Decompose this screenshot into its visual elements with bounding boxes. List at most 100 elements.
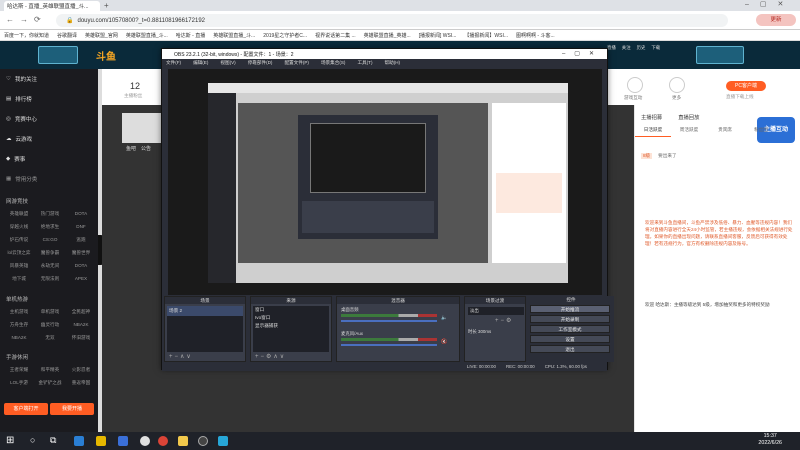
scenes-toolbar[interactable]: +−∧∨ (169, 353, 193, 360)
windows-start-icon[interactable]: ⊞ (6, 435, 14, 446)
category-link[interactable]: 穿越火线 (6, 224, 32, 230)
bookmark-3[interactable]: 英雄联盟直播_斗... (126, 32, 168, 39)
bookmark-10[interactable]: 【播报新闻】WSI... (464, 32, 508, 39)
bookmark-4[interactable]: 哈达斯 - 直播 (176, 32, 205, 39)
obs-preview[interactable] (168, 69, 602, 295)
bookmark-0[interactable]: 百度一下，你就知道 (4, 32, 49, 39)
nav-follow[interactable]: 关注 (622, 45, 631, 51)
window-controls[interactable]: –▢✕ (745, 0, 794, 8)
chrome-icon[interactable] (140, 436, 150, 446)
obs-menu-profile[interactable]: 配置文件(P) (284, 60, 309, 66)
top-nav-icons[interactable]: 直播 关注 历史 下载 (607, 45, 660, 51)
obs-window[interactable]: OBS 23.2.1 (32-bit, windows) - 配置文件：1 - … (161, 48, 614, 371)
category-link[interactable]: DOTA (68, 211, 94, 217)
taskbar-clock[interactable]: 15:37 2022/6/26 (758, 433, 782, 447)
source-item[interactable]: 窗口 (253, 306, 329, 314)
tab-replay[interactable]: 直播回放 (678, 113, 699, 121)
category-link[interactable]: 英雄联盟 (6, 211, 32, 217)
category-link[interactable]: 魔兽争霸 (37, 250, 63, 256)
speaker-icon[interactable]: 🔈 (441, 315, 447, 321)
exit-button[interactable]: 退出 (530, 345, 610, 353)
source-item[interactable]: 显示器捕获 (253, 322, 329, 330)
url-input[interactable]: 🔒 douyu.com/10570800?_t=0.88110819661721… (56, 14, 728, 27)
category-row[interactable]: 地下城 无限法则 APEX (6, 276, 94, 282)
category-link[interactable]: NBA2K (6, 335, 32, 341)
category-row[interactable]: 炉石传说 CS:GO 逃跑 (6, 237, 94, 243)
obs-menu-tools[interactable]: 工具(T) (357, 60, 372, 66)
sources-list[interactable]: 窗口 Ivo窗口 显示器捕获 (253, 306, 329, 352)
app-icon[interactable] (118, 436, 128, 446)
category-link[interactable]: LOL手游 (6, 380, 32, 386)
task-icon[interactable] (627, 77, 643, 93)
mic-muted-icon[interactable]: 🔇 (441, 339, 447, 345)
obs-menu-view[interactable]: 视图(V) (220, 60, 235, 66)
chat-subtabs[interactable]: 日活跃度 周活跃度 贵宾席 粉丝团 (635, 127, 800, 137)
profile-update-button[interactable]: 更新 (756, 14, 796, 26)
bookmark-2[interactable]: 英雄联盟_官网 (85, 32, 118, 39)
category-link[interactable]: 绝地求生 (37, 224, 63, 230)
category-link[interactable]: 怀旧游戏 (68, 335, 94, 341)
nav-live[interactable]: 直播 (607, 45, 616, 51)
search-icon[interactable]: ○ (30, 435, 35, 445)
sidebar-item-rank[interactable]: ▤ 排行榜 (6, 95, 32, 103)
transition-toolbar[interactable]: +−⚙ (495, 317, 513, 324)
douyu-logo[interactable]: 斗鱼 (96, 48, 122, 63)
obs-taskbar-icon[interactable] (198, 436, 208, 446)
category-link[interactable]: 风暴英雄 (6, 263, 32, 269)
subtab-weekly[interactable]: 周活跃度 (671, 127, 707, 137)
category-link[interactable]: 热门游戏 (37, 211, 63, 217)
category-link[interactable]: 永劫无间 (37, 263, 63, 269)
obs-menu-help[interactable]: 帮助(H) (385, 60, 401, 66)
sidebar-item-contest[interactable]: ◎ 竞赛中心 (6, 115, 37, 123)
anchor-name[interactable]: 鱼吧 (126, 145, 136, 152)
studio-mode-button[interactable]: 工作室模式 (530, 325, 610, 333)
category-link[interactable]: 魔兽世界 (68, 250, 94, 256)
open-client-button[interactable]: 客户端打开 (4, 403, 48, 415)
browser-tab-active[interactable]: 哈达斯 - 直播_英雄联盟直播_斗... (4, 1, 100, 11)
anchor-notice[interactable]: 公告 (141, 145, 151, 152)
settings-button[interactable]: 设置 (530, 335, 610, 343)
source-item[interactable]: Ivo窗口 (253, 314, 329, 322)
subtab-fans[interactable]: 粉丝团 (743, 127, 779, 137)
chrome-running-icon[interactable] (158, 436, 168, 446)
transition-select[interactable]: 淡出 (468, 307, 524, 315)
start-recording-button[interactable]: 开始录制 (530, 315, 610, 323)
bookmark-11[interactable]: 图啊啊啊 - 斗客... (516, 32, 555, 39)
category-link[interactable]: 火影忍者 (68, 367, 94, 373)
sidebar-item-events[interactable]: ◆ 赛事 (6, 155, 25, 163)
subtab-daily[interactable]: 日活跃度 (635, 127, 671, 137)
obs-window-controls[interactable]: –▢✕ (562, 50, 603, 57)
nav-download[interactable]: 下载 (651, 45, 660, 51)
chat-tabs[interactable]: 主播招募 直播回放 (641, 113, 699, 121)
sources-toolbar[interactable]: +−⚙∧∨ (255, 353, 286, 360)
sidebar-item-cloud[interactable]: ☁ 云游戏 (6, 135, 32, 143)
start-stream-button[interactable]: 我要开播 (50, 403, 94, 415)
category-row[interactable]: 方舟生存 幽灵行动 NBA2K (6, 322, 94, 328)
bookmark-8[interactable]: 英雄联盟直播_英雄... (364, 32, 411, 39)
category-link[interactable]: 幽灵行动 (37, 322, 63, 328)
category-link[interactable]: 单机游戏 (37, 309, 63, 315)
category-row[interactable]: NBA2K 无双 怀旧游戏 (6, 335, 94, 341)
subtab-vip[interactable]: 贵宾席 (707, 127, 743, 137)
category-link[interactable]: NBA2K (68, 322, 94, 328)
more-icon[interactable] (669, 77, 685, 93)
obs-menu-file[interactable]: 文件(F) (166, 60, 181, 66)
category-link[interactable]: 重返帝国 (68, 380, 94, 386)
category-link[interactable]: 金铲铲之战 (37, 380, 63, 386)
nav-history[interactable]: 历史 (637, 45, 646, 51)
category-link[interactable]: DOTA (68, 263, 94, 269)
transition-duration[interactable]: 时长 300ms (468, 328, 524, 336)
note-icon[interactable] (178, 436, 188, 446)
category-row[interactable]: 王者荣耀 和平精英 火影忍者 (6, 367, 94, 373)
category-row[interactable]: 穿越火线 绝地求生 DNF (6, 224, 94, 230)
category-row[interactable]: 英雄联盟 热门游戏 DOTA (6, 211, 94, 217)
category-link[interactable]: 逃跑 (68, 237, 94, 243)
tab-recruit[interactable]: 主播招募 (641, 113, 662, 121)
scene-item[interactable]: 场景 2 (167, 306, 243, 316)
category-link[interactable]: lol云顶之弈 (6, 250, 32, 256)
category-row[interactable]: 主机游戏 单机游戏 全民超神 (6, 309, 94, 315)
obs-menu-docks[interactable]: 停靠部件(D) (248, 60, 273, 66)
file-explorer-icon[interactable] (96, 436, 106, 446)
category-link[interactable]: 主机游戏 (6, 309, 32, 315)
category-link[interactable]: 无双 (37, 335, 63, 341)
